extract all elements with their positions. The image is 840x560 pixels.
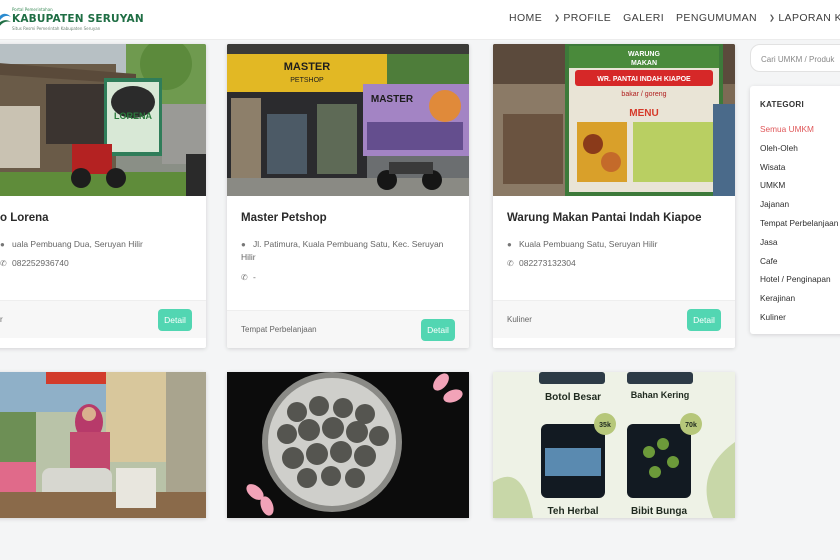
category-item-tempat-perbelanjaan[interactable]: Tempat Perbelanjaan xyxy=(760,218,838,237)
umkm-card-image[interactable]: Botol Besar Bahan Kering 35k 70k Teh Her… xyxy=(493,372,735,518)
detail-button[interactable]: Detail xyxy=(421,319,455,341)
search-box xyxy=(750,44,840,72)
card-footer: Tempat Perbelanjaan Detail xyxy=(227,310,469,348)
product-label: Botol Besar xyxy=(545,392,601,403)
umkm-address: ● Jl. Patimura, Kuala Pembuang Satu, Kec.… xyxy=(241,238,451,264)
nav-home-label: HOME xyxy=(509,12,543,24)
shop-sign-subtext: PETSHOP xyxy=(290,77,324,84)
umkm-name[interactable]: o Lorena xyxy=(0,212,49,224)
umkm-address: ● Kuala Pembuang Satu, Seruyan Hilir xyxy=(507,238,717,251)
map-pin-icon: ● xyxy=(241,240,246,249)
card-footer: Kuliner Detail xyxy=(493,300,735,338)
brand-tagline: Situs Resmi Pemerintah Kabupaten Seruyan xyxy=(12,26,101,31)
product-label: Teh Herbal xyxy=(548,506,599,517)
card-footer: r Detail xyxy=(0,300,206,338)
price-badge: 70k xyxy=(685,422,697,429)
nav-laporan-label: LAPORAN KEUA xyxy=(778,12,840,24)
banner-text: MASTER xyxy=(371,94,414,105)
umkm-card-image[interactable] xyxy=(0,372,206,518)
sign-name-text: WR. PANTAI INDAH KIAPOE xyxy=(597,76,691,83)
umkm-card: WARUNG MAKAN WR. PANTAI INDAH KIAPOE bak… xyxy=(493,44,735,348)
category-list: Semua UMKM Oleh-Oleh Wisata UMKM Jajanan… xyxy=(760,124,838,331)
page: Portal Pemerintahan KABUPATEN SERUYAN Si… xyxy=(0,0,840,560)
site-logo[interactable]: Portal Pemerintahan KABUPATEN SERUYAN Si… xyxy=(0,5,144,33)
umkm-address: ● uala Pembuang Dua, Seruyan Hilir xyxy=(0,238,206,251)
nav-galeri[interactable]: GALERI xyxy=(623,12,664,24)
category-item-semua-umkm[interactable]: Semua UMKM xyxy=(760,124,838,143)
brand-title: KABUPATEN SERUYAN xyxy=(12,13,144,25)
umkm-phone: ✆ 082273132304 xyxy=(507,258,576,268)
umkm-card-image[interactable] xyxy=(227,372,469,518)
detail-button[interactable]: Detail xyxy=(158,309,192,331)
sign-sub-text: bakar / goreng xyxy=(621,91,666,98)
product-photo xyxy=(227,372,469,518)
vendor-photo xyxy=(0,372,206,518)
chevron-down-icon: ❯ xyxy=(769,15,776,22)
category-panel: KATEGORI Semua UMKM Oleh-Oleh Wisata UMK… xyxy=(750,86,840,334)
category-item-jasa[interactable]: Jasa xyxy=(760,237,838,256)
umkm-address-text: uala Pembuang Dua, Seruyan Hilir xyxy=(12,239,143,249)
product-promo: Botol Besar Bahan Kering 35k 70k Teh Her… xyxy=(493,372,735,518)
category-item-oleh-oleh[interactable]: Oleh-Oleh xyxy=(760,143,838,162)
category-item-jajanan[interactable]: Jajanan xyxy=(760,199,838,218)
map-pin-icon: ● xyxy=(0,240,5,249)
umkm-address-text: Kuala Pembuang Satu, Seruyan Hilir xyxy=(519,239,658,249)
umkm-phone: ✆ 082252936740 xyxy=(0,258,69,268)
umkm-phone-text: 082273132304 xyxy=(519,258,576,268)
site-header: Portal Pemerintahan KABUPATEN SERUYAN Si… xyxy=(0,0,840,40)
sign-menu-text: MENU xyxy=(629,108,658,119)
detail-button[interactable]: Detail xyxy=(687,309,721,331)
umkm-phone-text: 082252936740 xyxy=(12,258,69,268)
umkm-card: LORENA o Lorena ● uala Pembuang Dua, Seru… xyxy=(0,44,206,348)
nav-home[interactable]: HOME xyxy=(509,12,542,24)
nav-profile[interactable]: ❯ PROFILE xyxy=(554,12,611,24)
phone-icon: ✆ xyxy=(507,259,514,268)
umkm-photo: MASTER PETSHOP MASTER xyxy=(227,44,469,196)
price-badge: 35k xyxy=(599,422,611,429)
product-label: Bahan Kering xyxy=(631,390,690,400)
nav-profile-label: PROFILE xyxy=(563,12,612,24)
shop-sign-text: MASTER xyxy=(284,61,331,73)
umkm-category: Tempat Perbelanjaan xyxy=(241,325,317,334)
category-item-kuliner[interactable]: Kuliner xyxy=(760,312,838,331)
umkm-photo: WARUNG MAKAN WR. PANTAI INDAH KIAPOE bak… xyxy=(493,44,735,196)
umkm-phone-text: - xyxy=(253,272,256,282)
category-item-umkm[interactable]: UMKM xyxy=(760,180,838,199)
category-heading: KATEGORI xyxy=(760,100,805,109)
nav-laporan[interactable]: ❯LAPORAN KEUA xyxy=(769,12,840,24)
umkm-category: r xyxy=(0,315,3,324)
umkm-category: Kuliner xyxy=(507,315,532,324)
umkm-phone: ✆ - xyxy=(241,272,256,282)
brand-emblem-icon xyxy=(0,13,11,26)
umkm-photo: LORENA xyxy=(0,44,206,196)
category-item-kerajinan[interactable]: Kerajinan xyxy=(760,293,838,312)
chevron-down-icon: ❯ xyxy=(554,15,561,22)
nav-pengumuman-label: PENGUMUMAN xyxy=(676,12,758,24)
phone-icon: ✆ xyxy=(241,273,248,282)
shop-sign-text: LORENA xyxy=(114,111,153,121)
product-label: Bibit Bunga xyxy=(631,506,688,517)
category-item-hotel[interactable]: Hotel / Penginapan xyxy=(760,274,838,293)
nav-pengumuman[interactable]: PENGUMUMAN xyxy=(676,12,757,24)
sign-top-text: WARUNG xyxy=(628,51,660,58)
category-item-cafe[interactable]: Cafe xyxy=(760,256,838,275)
umkm-address-text: Jl. Patimura, Kuala Pembuang Satu, Kec. … xyxy=(241,239,444,262)
main-nav: HOME ❯ PROFILE GALERI PENGUMUMAN ❯ LAPORAN… xyxy=(509,12,840,24)
umkm-card: MASTER PETSHOP MASTER Master Petshop ● Jl… xyxy=(227,44,469,348)
search-input[interactable] xyxy=(761,51,840,67)
umkm-name[interactable]: Warung Makan Pantai Indah Kiapoe xyxy=(507,212,701,224)
category-item-wisata[interactable]: Wisata xyxy=(760,162,838,181)
umkm-name[interactable]: Master Petshop xyxy=(241,212,327,224)
nav-galeri-label: GALERI xyxy=(623,12,665,24)
map-pin-icon: ● xyxy=(507,240,512,249)
brand-small-text: Portal Pemerintahan xyxy=(12,7,53,12)
phone-icon: ✆ xyxy=(0,259,7,268)
sign-mid-text: MAKAN xyxy=(631,60,657,67)
